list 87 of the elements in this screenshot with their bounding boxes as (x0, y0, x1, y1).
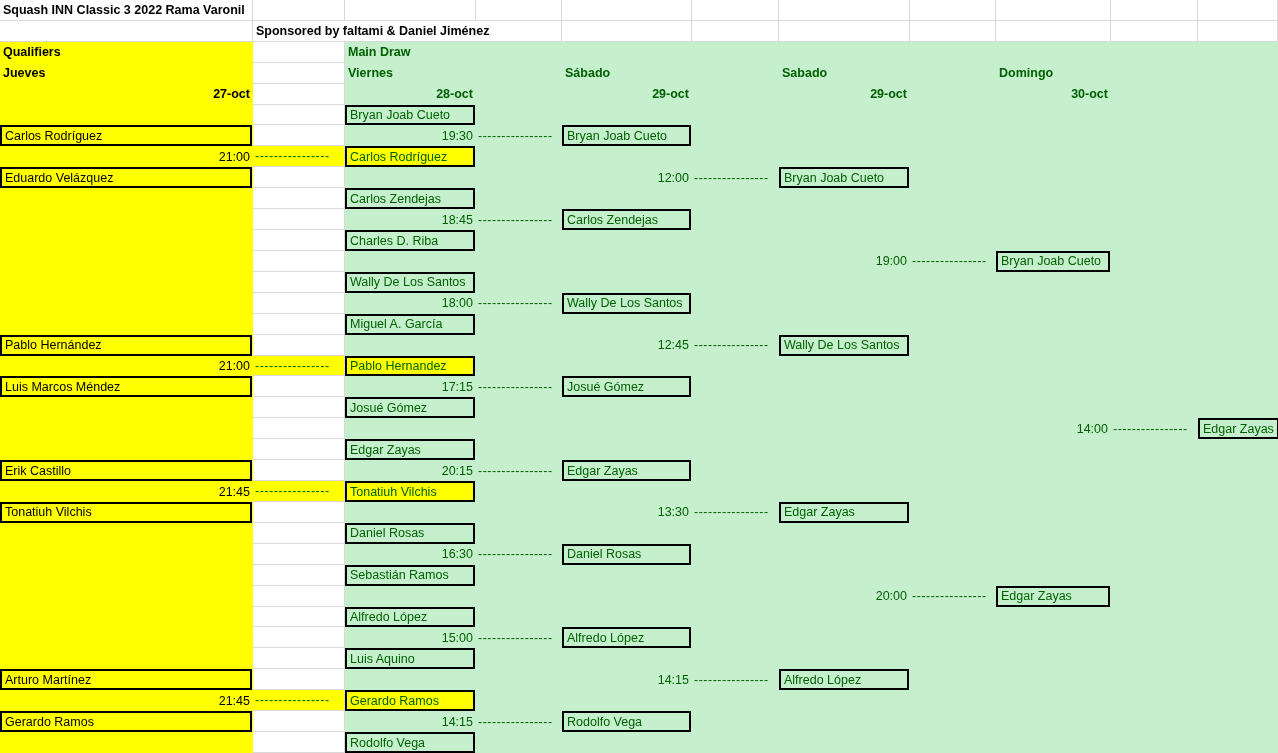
column-heading: Main Draw (347, 45, 412, 60)
player-slot: Charles D. Riba (345, 230, 475, 251)
column-heading: Sábado (564, 66, 612, 81)
leader-line: ---------------- (477, 128, 554, 143)
leader-line: ---------------- (693, 338, 770, 353)
player-slot: Josué Gómez (562, 376, 691, 398)
leader-line: ---------------- (693, 170, 770, 185)
leader-line: ---------------- (911, 254, 988, 269)
leader-line: ---------------- (477, 379, 554, 394)
date-label: 27-oct (212, 87, 251, 102)
match-time: 18:00 (440, 296, 474, 311)
player-slot: Edgar Zayas (345, 439, 475, 461)
match-time: 20:00 (874, 589, 908, 604)
player-slot: Edgar Zayas (562, 460, 691, 482)
date-label: 29-oct (651, 87, 690, 102)
leader-line: ---------------- (693, 505, 770, 520)
player-slot: Alfredo López (562, 627, 691, 649)
player-slot: Carlos Rodríguez (0, 125, 252, 147)
player-slot: Edgar Zayas (1198, 418, 1278, 440)
player-slot: Wally De Los Santos (779, 334, 909, 356)
player-slot: Rodolfo Vega (562, 711, 691, 733)
player-slot: Edgar Zayas (996, 585, 1110, 607)
leader-line: ---------------- (477, 296, 554, 311)
player-slot: Carlos Zendejas (562, 209, 691, 231)
player-slot: Tonatiuh Vilchis (345, 481, 475, 502)
player-slot: Gerardo Ramos (0, 711, 252, 733)
column-heading: Sabado (781, 66, 829, 81)
player-slot: Carlos Rodríguez (345, 146, 475, 168)
player-slot: Miguel A. García (345, 313, 475, 335)
player-slot: Rodolfo Vega (345, 732, 475, 753)
match-time: 18:45 (440, 212, 474, 227)
match-time: 21:00 (217, 149, 251, 164)
sheet-title: Sponsored by faltami & Daniel Jiménez (255, 23, 491, 38)
player-slot: Luis Marcos Méndez (0, 376, 252, 398)
match-time: 12:00 (656, 170, 690, 185)
player-slot: Daniel Rosas (562, 543, 691, 565)
player-slot: Gerardo Ramos (345, 690, 475, 712)
player-slot: Wally De Los Santos (345, 271, 475, 293)
leader-line: ---------------- (693, 672, 770, 687)
sheet-title: Squash INN Classic 3 2022 Rama Varonil (2, 2, 246, 17)
date-label: 30-oct (1070, 87, 1109, 102)
player-slot: Carlos Zendejas (345, 188, 475, 210)
player-slot: Bryan Joab Cueto (779, 167, 909, 189)
date-label: 28-oct (435, 87, 474, 102)
match-time: 16:30 (440, 547, 474, 562)
match-time: 14:15 (656, 672, 690, 687)
leader-line: ---------------- (911, 589, 988, 604)
player-slot: Erik Castillo (0, 460, 252, 482)
player-slot: Edgar Zayas (779, 502, 909, 523)
player-slot: Bryan Joab Cueto (345, 104, 475, 126)
match-time: 21:45 (217, 693, 251, 708)
column-heading: Viernes (347, 66, 394, 81)
match-time: 19:30 (440, 128, 474, 143)
match-time: 14:15 (440, 714, 474, 729)
match-time: 21:45 (217, 484, 251, 499)
match-time: 20:15 (440, 463, 474, 478)
match-time: 21:00 (217, 359, 251, 374)
leader-line: ---------------- (1112, 421, 1189, 436)
player-slot: Tonatiuh Vilchis (0, 502, 252, 523)
player-slot: Pablo Hernández (0, 334, 252, 356)
player-slot: Alfredo López (779, 669, 909, 691)
leader-line: ---------------- (477, 630, 554, 645)
leader-line: ---------------- (477, 714, 554, 729)
player-slot: Alfredo López (345, 606, 475, 628)
column-heading: Jueves (2, 66, 47, 81)
leader-line: ---------------- (477, 463, 554, 478)
column-heading: Domingo (998, 66, 1055, 81)
leader-line: ---------------- (477, 212, 554, 227)
player-slot: Pablo Hernandez (345, 355, 475, 377)
match-time: 15:00 (440, 630, 474, 645)
player-slot: Sebastián Ramos (345, 564, 475, 586)
player-slot: Bryan Joab Cueto (562, 125, 691, 147)
match-time: 17:15 (440, 379, 474, 394)
match-time: 14:00 (1075, 421, 1109, 436)
match-time: 12:45 (656, 338, 690, 353)
date-label: 29-oct (869, 87, 908, 102)
column-heading: Qualifiers (2, 45, 62, 60)
match-time: 13:30 (656, 505, 690, 520)
player-slot: Arturo Martínez (0, 669, 252, 691)
player-slot: Bryan Joab Cueto (996, 251, 1110, 272)
player-slot: Josué Gómez (345, 397, 475, 419)
player-slot: Eduardo Velázquez (0, 167, 252, 189)
player-slot: Wally De Los Santos (562, 292, 691, 314)
player-slot: Luis Aquino (345, 648, 475, 670)
leader-line: ---------------- (477, 547, 554, 562)
match-time: 19:00 (874, 254, 908, 269)
player-slot: Daniel Rosas (345, 522, 475, 544)
